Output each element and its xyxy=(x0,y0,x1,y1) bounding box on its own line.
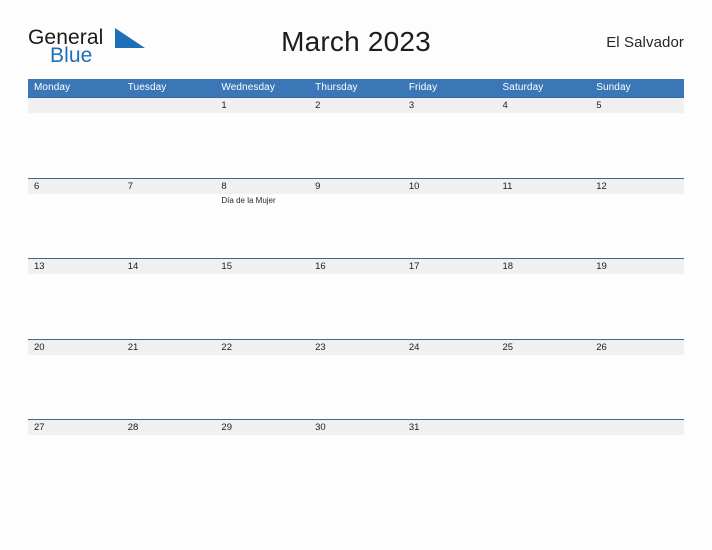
day-number: 12 xyxy=(596,180,607,192)
day-cell[interactable] xyxy=(497,420,591,499)
weekday-header-saturday: Saturday xyxy=(502,82,544,93)
day-cell[interactable]: 25 xyxy=(497,340,591,419)
day-number: 18 xyxy=(502,261,514,272)
day-number: 9 xyxy=(315,180,321,192)
day-cell[interactable]: 29 xyxy=(215,420,309,499)
day-number: 20 xyxy=(34,341,45,353)
day-events: Día de la Mujer xyxy=(221,195,309,206)
day-cell[interactable]: 1 xyxy=(215,98,309,177)
day-number: 21 xyxy=(127,341,139,353)
day-cell[interactable]: 5 xyxy=(590,98,684,177)
day-cell[interactable]: 22 xyxy=(215,340,309,419)
day-cell[interactable]: 18 xyxy=(497,259,591,338)
day-cell[interactable] xyxy=(28,98,122,177)
day-cell[interactable]: 6 xyxy=(28,179,122,258)
day-cell[interactable]: 15 xyxy=(215,259,309,338)
day-number: 19 xyxy=(596,261,607,272)
day-number: 14 xyxy=(127,261,139,272)
day-cell[interactable]: 17 xyxy=(403,259,497,338)
day-cell[interactable]: 19 xyxy=(590,259,684,338)
region-label: El Salvador xyxy=(606,34,684,51)
weekday-header-thursday: Thursday xyxy=(315,82,358,93)
page-header: General Blue March 2023 El Salvador xyxy=(28,24,684,72)
day-cell[interactable]: 14 xyxy=(122,259,216,338)
day-number: 16 xyxy=(315,261,326,272)
day-number: 25 xyxy=(502,341,514,353)
day-cell[interactable]: 7 xyxy=(122,179,216,258)
day-number: 3 xyxy=(408,100,415,111)
weekday-header-monday: Monday xyxy=(34,82,71,93)
day-cell[interactable]: 10 xyxy=(403,179,497,258)
calendar-week-row: 1 2 3 4 5 xyxy=(28,97,684,178)
weekday-header-tuesday: Tuesday xyxy=(127,82,167,93)
day-cell[interactable]: 13 xyxy=(28,259,122,338)
calendar-week-row: 20 21 22 23 24 25 26 xyxy=(28,338,684,419)
day-cell[interactable]: 21 xyxy=(122,340,216,419)
day-cell[interactable]: 4 xyxy=(497,98,591,177)
day-number: 13 xyxy=(34,261,45,272)
calendar-week-row: 27 28 29 30 31 xyxy=(28,419,684,500)
calendar-week-row: 6 7 8 Día de la Mujer 9 10 11 12 xyxy=(28,177,684,258)
day-number: 10 xyxy=(408,180,420,192)
day-cell[interactable]: 3 xyxy=(403,98,497,177)
weekday-header-sunday: Sunday xyxy=(596,82,631,93)
day-cell[interactable]: 9 xyxy=(309,179,403,258)
weekday-header-wednesday: Wednesday xyxy=(221,82,275,93)
day-number: 28 xyxy=(127,422,139,433)
page-title: March 2023 xyxy=(281,26,431,57)
day-number: 27 xyxy=(34,422,45,433)
day-number: 11 xyxy=(502,180,513,192)
day-cell[interactable]: 8 Día de la Mujer xyxy=(215,179,309,258)
day-cell[interactable]: 31 xyxy=(403,420,497,499)
day-cell[interactable]: 16 xyxy=(309,259,403,338)
day-cell[interactable] xyxy=(122,98,216,177)
day-number: 15 xyxy=(221,261,232,272)
day-cell[interactable]: 26 xyxy=(590,340,684,419)
day-number: 4 xyxy=(502,100,508,111)
day-number: 23 xyxy=(315,341,326,353)
day-number: 31 xyxy=(408,422,420,433)
day-number: 24 xyxy=(408,341,420,353)
day-cell[interactable]: 11 xyxy=(497,179,591,258)
weekday-header-friday: Friday xyxy=(408,82,438,93)
day-number: 6 xyxy=(34,180,40,192)
day-number: 5 xyxy=(596,100,602,111)
day-number: 1 xyxy=(221,100,227,111)
day-number: 29 xyxy=(221,422,232,433)
day-number: 17 xyxy=(408,261,420,272)
day-cell[interactable]: 20 xyxy=(28,340,122,419)
weekday-header-row: Monday Tuesday Wednesday Thursday Friday… xyxy=(28,79,684,97)
day-cell[interactable]: 24 xyxy=(403,340,497,419)
day-cell[interactable]: 28 xyxy=(122,420,216,499)
calendar-week-row: 13 14 15 16 17 18 19 xyxy=(28,258,684,339)
holiday-label: Día de la Mujer xyxy=(221,195,276,205)
calendar-grid: Monday Tuesday Wednesday Thursday Friday… xyxy=(28,79,684,500)
day-cell[interactable]: 2 xyxy=(309,98,403,177)
day-number: 26 xyxy=(596,341,607,353)
day-cell[interactable]: 23 xyxy=(309,340,403,419)
day-number: 2 xyxy=(315,100,321,111)
day-cell[interactable]: 27 xyxy=(28,420,122,499)
day-number: 22 xyxy=(221,341,232,353)
day-cell[interactable]: 30 xyxy=(309,420,403,499)
day-number: 8 xyxy=(221,180,227,192)
day-cell[interactable]: 12 xyxy=(590,179,684,258)
day-cell[interactable] xyxy=(590,420,684,499)
day-number: 7 xyxy=(127,180,133,192)
calendar-page: General Blue March 2023 El Salvador Mond… xyxy=(0,0,712,550)
day-number: 30 xyxy=(315,422,326,433)
